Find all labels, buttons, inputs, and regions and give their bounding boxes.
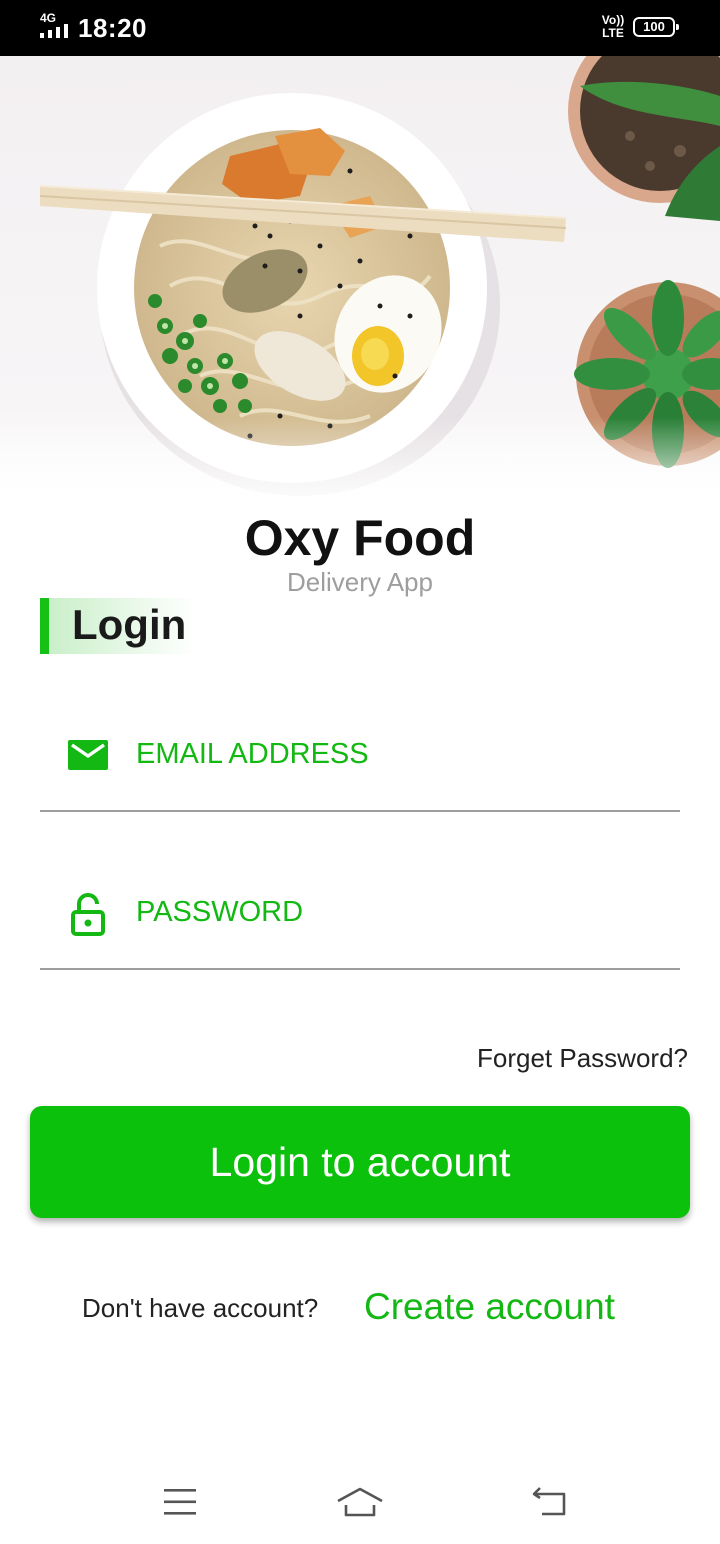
app-tagline: Delivery App: [287, 567, 433, 597]
login-screen: 4G 18:20 Vo)) LTE 100 Oxy Food Delivery …: [0, 0, 720, 1544]
email-input[interactable]: [136, 732, 656, 776]
create-account-link[interactable]: Create account: [364, 1286, 615, 1328]
status-bar: 4G 18:20 Vo)) LTE 100: [0, 0, 720, 56]
login-button[interactable]: Login to account: [30, 1106, 690, 1218]
login-heading: Login: [40, 598, 196, 654]
menu-icon[interactable]: [160, 1484, 200, 1520]
network-type: 4G: [40, 11, 57, 25]
clock: 18:20: [78, 13, 147, 43]
app-name: Oxy Food: [244, 510, 476, 566]
home-icon[interactable]: [336, 1484, 384, 1520]
password-input[interactable]: [136, 890, 656, 934]
ramen-bowl-illustration: [0, 56, 720, 508]
volte-indicator: Vo)) LTE: [598, 14, 628, 40]
login-heading-label: Login: [72, 601, 187, 648]
email-field[interactable]: [40, 732, 680, 812]
signup-prompt: Don't have account?: [82, 1293, 319, 1323]
back-icon[interactable]: [530, 1484, 570, 1520]
battery-icon: 100: [633, 17, 679, 37]
hero-image: [0, 56, 720, 508]
lock-open-icon: [71, 893, 105, 936]
password-field[interactable]: [40, 890, 680, 970]
battery-level: 100: [643, 19, 665, 34]
forgot-password-link[interactable]: Forget Password?: [477, 1042, 688, 1074]
lte-label: LTE: [602, 26, 624, 40]
mail-icon: [68, 740, 108, 770]
signal-icon: [40, 24, 68, 38]
